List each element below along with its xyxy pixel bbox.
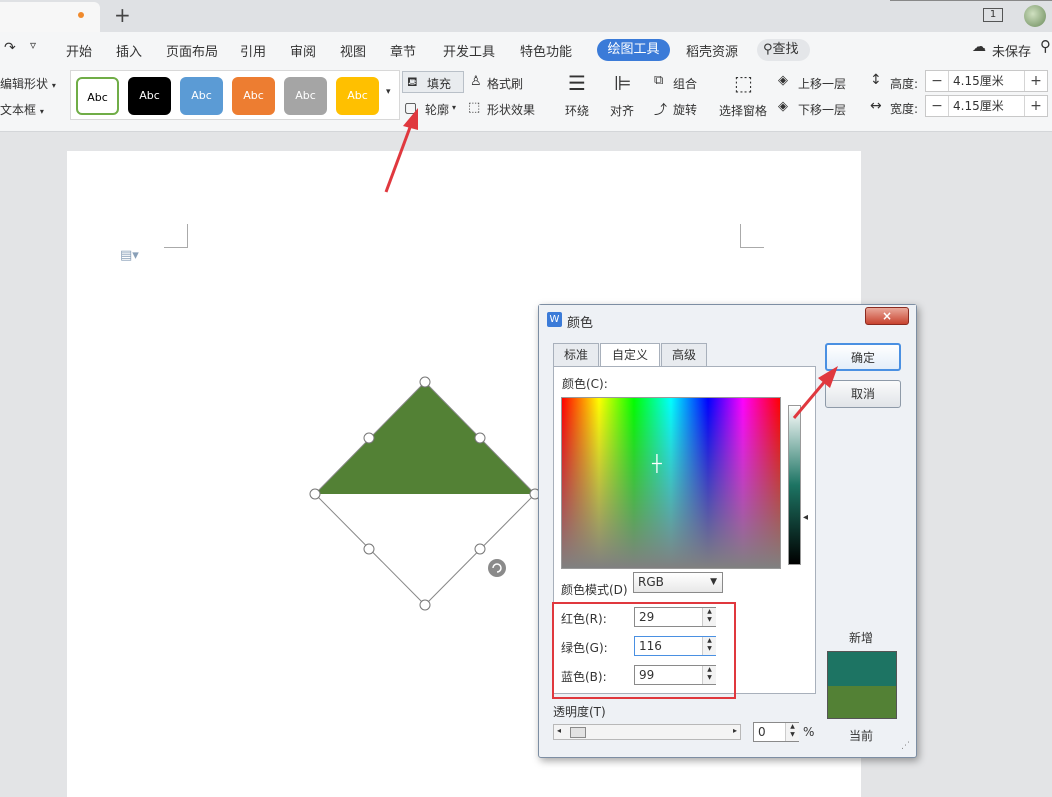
tab-standard[interactable]: 标准	[553, 343, 599, 367]
shape-triangle-fill[interactable]	[315, 382, 535, 494]
percent-label: %	[803, 725, 815, 739]
crosshair-icon: ┼	[652, 454, 662, 473]
current-color-label: 当前	[849, 729, 874, 743]
color-mode-value: RGB	[638, 575, 664, 589]
transparency-slider-thumb[interactable]	[570, 727, 586, 738]
new-color-label: 新增	[849, 631, 874, 645]
color-spectrum-picker[interactable]: ┼	[561, 397, 781, 569]
tab-custom[interactable]: 自定义	[600, 343, 660, 368]
chevron-down-icon: ▼	[710, 577, 717, 587]
transparency-slider[interactable]: ◂ ▸	[553, 724, 741, 740]
slider-left-icon[interactable]: ◂	[557, 726, 561, 735]
color-preview	[827, 651, 897, 719]
annotation-rgb-highlight	[552, 602, 736, 699]
close-button[interactable]: ×	[865, 307, 909, 325]
colors-label: 颜色(C):	[562, 377, 608, 391]
tab-advanced[interactable]: 高级	[661, 343, 707, 367]
luminance-pointer-icon[interactable]: ◂	[803, 512, 808, 523]
new-color-swatch	[828, 652, 896, 686]
transparency-spinner[interactable]: ▲ ▼	[785, 723, 799, 741]
dialog-title: 颜色	[567, 316, 594, 331]
transparency-label: 透明度(T)	[553, 705, 606, 719]
app-logo-icon: W	[547, 312, 562, 327]
color-dialog: W 颜色 × 标准 自定义 高级 颜色(C): ┼ ◂ 颜色模式(D) RGB …	[538, 304, 917, 758]
dialog-titlebar: W 颜色 ×	[539, 305, 916, 333]
cancel-button[interactable]: 取消	[825, 380, 901, 408]
annotation-arrow-fill	[384, 108, 418, 193]
color-mode-label: 颜色模式(D)	[561, 583, 628, 597]
resize-grip-icon[interactable]: ⋰	[901, 741, 910, 751]
slider-right-icon[interactable]: ▸	[733, 726, 737, 735]
current-color-swatch	[828, 686, 896, 718]
rotate-handle-icon[interactable]	[488, 559, 506, 577]
luminance-slider[interactable]	[788, 405, 801, 565]
color-mode-select[interactable]: RGB ▼	[633, 572, 723, 593]
ok-button[interactable]: 确定	[825, 343, 901, 371]
